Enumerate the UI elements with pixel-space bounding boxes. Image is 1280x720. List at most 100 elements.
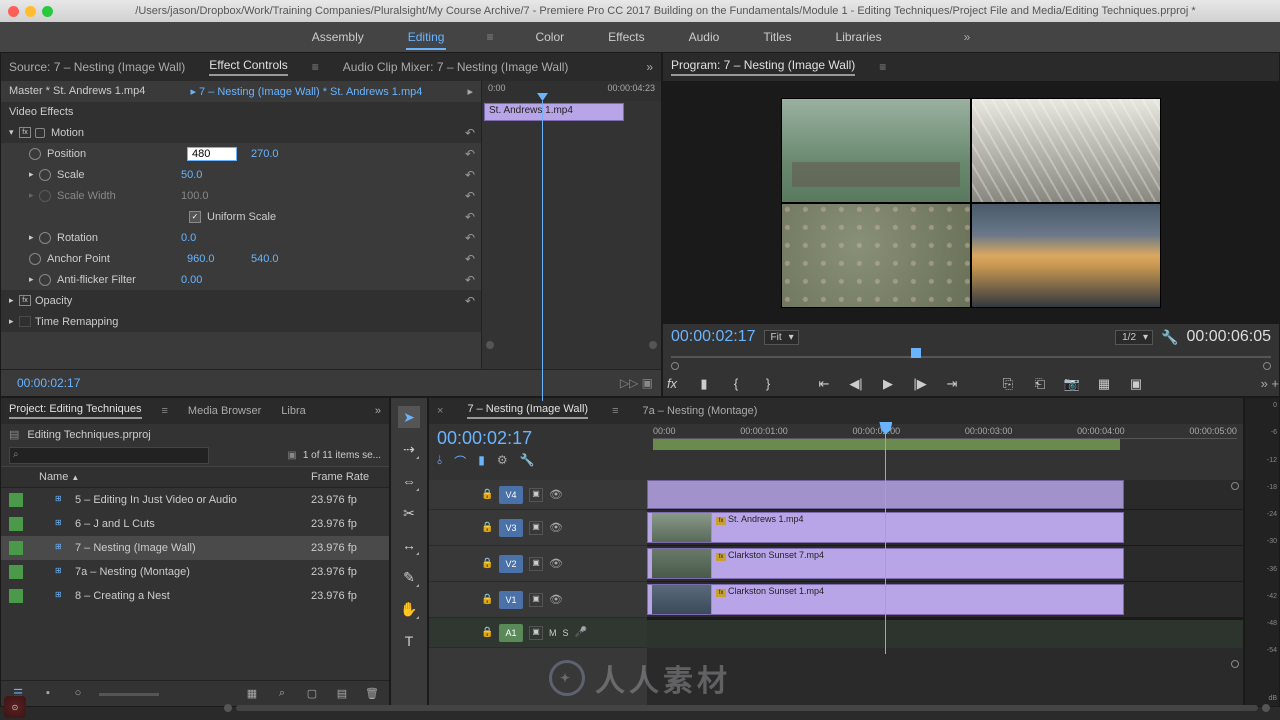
step-forward-icon[interactable]: |▶	[911, 376, 929, 392]
pen-tool-icon[interactable]: ✎	[398, 566, 420, 588]
position-y-value[interactable]: 270.0	[251, 148, 301, 160]
project-item[interactable]: ⊞ 5 – Editing In Just Video or Audio 23.…	[1, 488, 389, 512]
label-color-chip[interactable]	[9, 517, 23, 531]
linked-selection-icon[interactable]: ⌒	[454, 453, 466, 470]
track-zoom-handle[interactable]	[1231, 482, 1239, 490]
reset-icon[interactable]: ↶	[465, 126, 475, 140]
timeline-tab-active[interactable]: 7 – Nesting (Image Wall)	[467, 403, 588, 419]
timeline-settings-icon[interactable]: ⚙	[497, 453, 508, 470]
track-zoom-handle[interactable]	[1231, 660, 1239, 668]
effect-controls-timeline[interactable]: 0:00 00:00:04:23 St. Andrews 1.mp4	[481, 81, 661, 369]
reset-icon[interactable]: ↶	[465, 168, 475, 182]
mute-label[interactable]: M	[549, 628, 557, 638]
ripple-edit-tool-icon[interactable]: ⇔	[398, 470, 420, 492]
lock-icon[interactable]: 🔒	[481, 522, 493, 533]
motion-section[interactable]: Motion	[51, 127, 191, 139]
zoom-handle[interactable]	[1263, 362, 1271, 370]
zoom-fit-select[interactable]: Fit	[764, 330, 799, 345]
workspace-assembly[interactable]: Assembly	[310, 24, 366, 50]
project-item[interactable]: ⊞ 7 – Nesting (Image Wall) 23.976 fp	[1, 536, 389, 560]
opacity-section[interactable]: Opacity	[35, 295, 175, 307]
eye-icon[interactable]: 👁	[549, 521, 563, 534]
step-back-icon[interactable]: ◀|	[847, 376, 865, 392]
libraries-tab[interactable]: Libra	[281, 405, 305, 417]
extract-icon[interactable]: ⎗	[1031, 376, 1049, 392]
column-name[interactable]: Name ▲	[39, 471, 311, 483]
safe-margins-icon[interactable]: ▣	[1127, 376, 1145, 392]
freeform-view-icon[interactable]: ○	[69, 687, 87, 700]
type-tool-icon[interactable]: T	[398, 630, 420, 652]
thumbnail-slider[interactable]	[99, 693, 159, 696]
track-label[interactable]: V2	[499, 555, 523, 573]
lift-icon[interactable]: ⎘	[999, 376, 1017, 392]
go-to-in-icon[interactable]: ⇤	[815, 376, 833, 392]
workspace-titles[interactable]: Titles	[761, 24, 793, 50]
fx-badge-icon[interactable]: fx	[19, 127, 31, 138]
uniform-scale-checkbox[interactable]: ✓	[189, 211, 201, 223]
twirl-icon[interactable]: ▸	[29, 169, 39, 180]
label-color-chip[interactable]	[9, 589, 23, 603]
workspace-color[interactable]: Color	[533, 24, 566, 50]
window-minimize-button[interactable]	[25, 6, 36, 17]
fx-badge-icon[interactable]: fx	[19, 295, 31, 306]
track-toggle-icon[interactable]: ▣	[529, 488, 543, 502]
new-bin-icon[interactable]: ▢	[303, 687, 321, 700]
project-item[interactable]: ⊞ 7a – Nesting (Montage) 23.976 fp	[1, 560, 389, 584]
new-item-icon[interactable]: ▤	[333, 687, 351, 700]
reset-icon[interactable]: ↶	[465, 147, 475, 161]
ec-playhead[interactable]	[542, 101, 543, 401]
track-header-v1[interactable]: 🔒 V1 ▣ 👁	[429, 582, 647, 618]
out-point-icon[interactable]: }	[759, 376, 777, 392]
column-frame-rate[interactable]: Frame Rate	[311, 471, 381, 483]
timeline-scrollbar[interactable]	[236, 705, 1258, 711]
workspace-editing[interactable]: Editing	[406, 24, 447, 50]
motion-rect-icon[interactable]	[35, 128, 45, 138]
solo-label[interactable]: S	[563, 628, 569, 638]
program-tab[interactable]: Program: 7 – Nesting (Image Wall)	[671, 58, 855, 76]
project-item[interactable]: ⊞ 6 – J and L Cuts 23.976 fp	[1, 512, 389, 536]
timeline-ruler[interactable]: 00:00 00:00:01:00 00:00:02:00 00:00:03:0…	[647, 424, 1243, 480]
twirl-icon[interactable]: ▸	[9, 295, 19, 306]
sequence-clip-breadcrumb[interactable]: 7 – Nesting (Image Wall) * St. Andrews 1…	[199, 86, 422, 98]
panel-overflow-icon[interactable]: »	[375, 405, 381, 417]
ec-timecode[interactable]: 00:00:02:17	[9, 372, 88, 394]
scroll-handle[interactable]	[1262, 704, 1270, 712]
media-browser-tab[interactable]: Media Browser	[188, 405, 261, 417]
zoom-handle[interactable]	[671, 362, 679, 370]
twirl-icon[interactable]: ▸	[29, 274, 39, 285]
track-label[interactable]: V4	[499, 486, 523, 504]
window-close-button[interactable]	[8, 6, 19, 17]
reset-icon[interactable]: ↶	[465, 231, 475, 245]
program-playhead[interactable]	[911, 348, 921, 358]
reset-icon[interactable]: ↶	[465, 252, 475, 266]
creative-cloud-icon[interactable]: ⊙	[4, 696, 26, 718]
track-select-tool-icon[interactable]: ⇢	[398, 438, 420, 460]
in-point-icon[interactable]: {	[727, 376, 745, 392]
fx-toggle-icon[interactable]: fx	[663, 376, 681, 392]
stopwatch-icon[interactable]	[29, 148, 41, 160]
project-tab[interactable]: Project: Editing Techniques	[9, 403, 142, 419]
position-x-input[interactable]: 480	[187, 147, 237, 161]
auto-seq-icon[interactable]: ▦	[243, 687, 261, 700]
track-label[interactable]: V1	[499, 591, 523, 609]
add-marker-icon[interactable]: ▮	[478, 453, 485, 470]
play-icon[interactable]: ▶	[879, 376, 897, 392]
ec-playback-buttons[interactable]: ▷▷ ▣	[620, 376, 653, 390]
program-monitor-view[interactable]	[663, 81, 1279, 324]
selection-tool-icon[interactable]: ➤	[398, 406, 420, 428]
scroll-handle[interactable]	[224, 704, 232, 712]
panel-overflow-icon[interactable]: »	[646, 60, 653, 74]
button-editor-icon[interactable]: » +	[1261, 376, 1279, 392]
slip-tool-icon[interactable]: ↔	[398, 534, 420, 556]
reset-icon[interactable]: ↶	[465, 294, 475, 308]
snap-icon[interactable]: ⫰	[437, 453, 442, 470]
track-header-a1[interactable]: 🔒 A1 ▣ M S 🎤	[429, 618, 647, 648]
lock-icon[interactable]: 🔒	[481, 558, 493, 569]
export-frame-icon[interactable]: 📷	[1063, 376, 1081, 392]
find-icon[interactable]: ⌕	[273, 687, 291, 700]
source-tab[interactable]: Source: 7 – Nesting (Image Wall)	[9, 60, 185, 74]
track-label[interactable]: V3	[499, 519, 523, 537]
anchor-y-value[interactable]: 540.0	[251, 253, 301, 265]
timeline-playhead[interactable]	[885, 424, 886, 654]
timeline-tab-other[interactable]: 7a – Nesting (Montage)	[643, 405, 758, 417]
